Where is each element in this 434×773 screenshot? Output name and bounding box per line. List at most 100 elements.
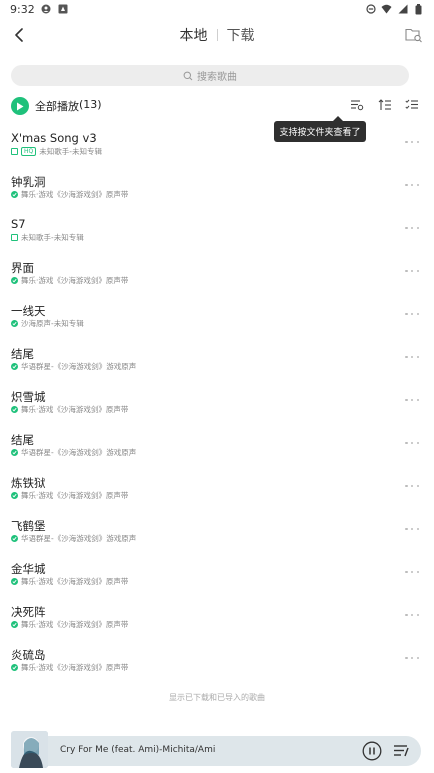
play-all-label[interactable]: 全部播放 (13) <box>35 98 102 114</box>
song-row[interactable]: 决死阵 舞乐·游戏《沙海游戏剑》原声带 <box>0 595 434 638</box>
more-options-icon[interactable] <box>405 225 419 231</box>
now-playing-text[interactable]: Cry For Me (feat. Ami)-Michita/Ami <box>60 745 215 755</box>
search-input[interactable]: 搜索歌曲 <box>197 68 237 83</box>
song-subtitle-line: 舞乐·游戏《沙海游戏剑》原声带 <box>11 404 128 415</box>
song-row[interactable]: 结尾 华语群星-《沙海游戏剑》游戏原声 <box>0 337 434 380</box>
song-subtitle: 未知歌手-未知专辑 <box>39 147 102 156</box>
more-options-icon[interactable] <box>405 612 419 618</box>
downloaded-check-icon <box>11 320 18 327</box>
song-title: 结尾 <box>11 433 34 447</box>
song-row[interactable]: 结尾 华语群星-《沙海游戏剑》游戏原声 <box>0 423 434 466</box>
search-icon <box>183 71 193 80</box>
song-subtitle: 沙海原声-未知专辑 <box>21 319 84 328</box>
folder-view-button[interactable] <box>349 97 365 113</box>
downloaded-check-icon <box>11 406 18 413</box>
song-row[interactable]: 金华城 舞乐·游戏《沙海游戏剑》原声带 <box>0 552 434 595</box>
battery-icon <box>413 3 424 15</box>
pause-button[interactable] <box>361 740 383 762</box>
downloaded-check-icon <box>11 363 18 370</box>
song-row[interactable]: 界面 舞乐·游戏《沙海游戏剑》原声带 <box>0 251 434 294</box>
song-subtitle: 舞乐·游戏《沙海游戏剑》原声带 <box>21 276 129 285</box>
downloaded-check-icon <box>11 535 18 542</box>
wifi-icon <box>381 4 392 15</box>
song-row[interactable]: 炎硫岛 舞乐·游戏《沙海游戏剑》原声带 <box>0 638 434 681</box>
tooltip-text: 支持按文件夹查看了 <box>279 128 361 138</box>
local-file-icon <box>11 148 18 155</box>
tab-local[interactable]: 本地 <box>171 25 217 45</box>
more-options-icon[interactable] <box>405 354 419 360</box>
sort-button[interactable] <box>377 97 393 113</box>
footer-note: 显示已下载和已导入的歌曲 <box>169 693 265 702</box>
play-all-button[interactable] <box>11 97 29 115</box>
downloaded-check-icon <box>11 191 18 198</box>
search-bar[interactable]: 搜索歌曲 <box>11 65 409 86</box>
more-options-icon[interactable] <box>405 311 419 317</box>
song-subtitle-line: 华语群星-《沙海游戏剑》游戏原声 <box>11 533 136 544</box>
song-subtitle: 华语群星-《沙海游戏剑》游戏原声 <box>21 534 137 543</box>
more-options-icon[interactable] <box>405 569 419 575</box>
song-row[interactable]: 炼铁狱 舞乐·游戏《沙海游戏剑》原声带 <box>0 466 434 509</box>
song-row[interactable]: 一线天 沙海原声-未知专辑 <box>0 294 434 337</box>
more-options-icon[interactable] <box>405 182 419 188</box>
tab-download[interactable]: 下载 <box>218 25 264 45</box>
song-subtitle-line: 华语群星-《沙海游戏剑》游戏原声 <box>11 447 136 458</box>
song-subtitle-line: 舞乐·游戏《沙海游戏剑》原声带 <box>11 619 128 630</box>
song-subtitle: 华语群星-《沙海游戏剑》游戏原声 <box>21 362 137 371</box>
more-options-icon[interactable] <box>405 397 419 403</box>
song-title: 炽雪城 <box>11 390 46 404</box>
more-options-icon[interactable] <box>405 268 419 274</box>
song-title: 炎硫岛 <box>11 648 46 662</box>
play-all-text: 全部播放 <box>35 100 79 113</box>
song-row[interactable]: X'mas Song v3 HQ 未知歌手-未知专辑 <box>0 122 434 165</box>
folder-list-icon <box>351 100 364 111</box>
song-subtitle-line: 舞乐·游戏《沙海游戏剑》原声带 <box>11 662 128 673</box>
song-title: 钟乳洞 <box>11 175 46 189</box>
downloaded-check-icon <box>11 578 18 585</box>
album-cover-image <box>11 731 48 768</box>
song-title: S7 <box>11 217 26 231</box>
song-title: 一线天 <box>11 304 46 318</box>
song-row[interactable]: 钟乳洞 舞乐·游戏《沙海游戏剑》原声带 <box>0 165 434 208</box>
song-row[interactable]: S7 未知歌手-未知专辑 <box>0 208 434 251</box>
song-subtitle: 舞乐·游戏《沙海游戏剑》原声带 <box>21 405 129 414</box>
album-art[interactable] <box>11 731 48 768</box>
downloaded-check-icon <box>11 621 18 628</box>
folder-search-icon <box>405 28 422 43</box>
song-title: 金华城 <box>11 562 46 576</box>
song-title: 决死阵 <box>11 605 46 619</box>
status-time: 9:32 <box>10 2 35 16</box>
dnd-icon <box>365 4 376 15</box>
more-options-icon[interactable] <box>405 139 419 145</box>
song-count: (13) <box>79 98 102 111</box>
song-title: 结尾 <box>11 347 34 361</box>
song-title: X'mas Song v3 <box>11 131 97 145</box>
downloaded-check-icon <box>11 449 18 456</box>
song-row[interactable]: 飞鹤堡 华语群星-《沙海游戏剑》游戏原声 <box>0 509 434 552</box>
downloaded-check-icon <box>11 277 18 284</box>
multi-select-button[interactable] <box>404 97 420 113</box>
playlist-icon <box>394 745 409 757</box>
scan-folder-button[interactable] <box>403 24 425 46</box>
song-subtitle: 舞乐·游戏《沙海游戏剑》原声带 <box>21 577 129 586</box>
playlist-button[interactable] <box>391 740 413 762</box>
sort-icon <box>378 99 391 110</box>
more-options-icon[interactable] <box>405 655 419 661</box>
song-subtitle: 舞乐·游戏《沙海游戏剑》原声带 <box>21 491 129 500</box>
song-title: 炼铁狱 <box>11 476 46 490</box>
status-bar: 9:32 <box>0 0 434 18</box>
song-row[interactable]: 炽雪城 舞乐·游戏《沙海游戏剑》原声带 <box>0 380 434 423</box>
folder-view-tooltip: 支持按文件夹查看了 <box>274 116 366 142</box>
pause-icon <box>362 741 382 761</box>
song-title: 界面 <box>11 261 34 275</box>
more-options-icon[interactable] <box>405 526 419 532</box>
song-subtitle: 未知歌手-未知专辑 <box>21 233 84 242</box>
list-toolbar: 全部播放 (13) <box>0 96 434 116</box>
song-subtitle: 舞乐·游戏《沙海游戏剑》原声带 <box>21 190 129 199</box>
song-subtitle: 华语群星-《沙海游戏剑》游戏原声 <box>21 448 137 457</box>
more-options-icon[interactable] <box>405 440 419 446</box>
song-title: 飞鹤堡 <box>11 519 46 533</box>
song-subtitle-line: 沙海原声-未知专辑 <box>11 318 84 329</box>
hq-badge-icon: HQ <box>21 147 37 156</box>
play-icon <box>17 102 24 110</box>
more-options-icon[interactable] <box>405 483 419 489</box>
